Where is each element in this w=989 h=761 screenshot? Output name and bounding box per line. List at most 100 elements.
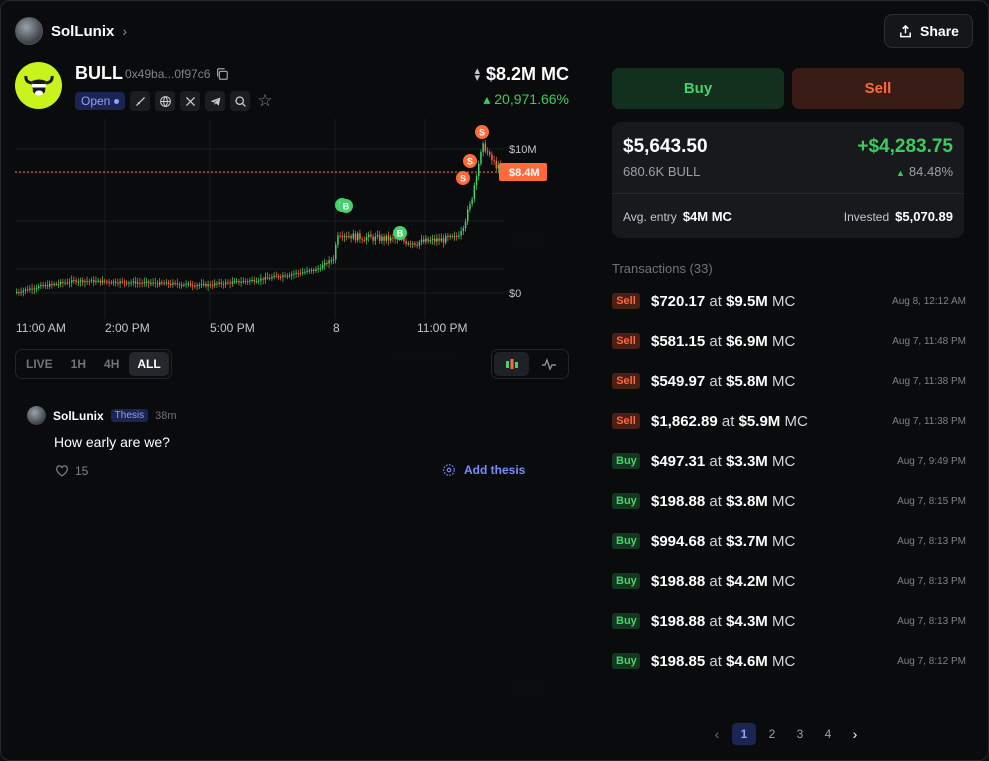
candle [352,233,355,239]
candle [482,143,484,153]
transaction-row[interactable]: Buy $198.88 at $4.2M MC Aug 7, 8:13 PM [612,570,966,592]
position-pnl: +$4,283.75 [857,136,953,157]
candle [181,284,183,286]
x-icon[interactable] [180,91,201,111]
sell-marker-label: S [479,128,485,138]
candle [495,161,498,169]
transaction-row[interactable]: Buy $198.88 at $4.3M MC Aug 7, 8:13 PM [612,610,966,632]
transaction-row[interactable]: Sell $581.15 at $6.9M MC Aug 7, 11:48 PM [612,330,966,352]
pill-icon[interactable] [130,91,151,111]
transaction-amount: $198.88 [651,612,706,630]
candle [183,284,185,286]
transaction-mc: $5.8M [726,372,768,390]
candlestick-toggle[interactable] [494,352,529,376]
candle [486,151,489,153]
transaction-mc: $4.3M [726,612,768,630]
transaction-at: at [709,612,722,630]
candle [405,241,407,244]
chart-svg[interactable]: $8.4M$10M$0BBBSSS [15,119,555,341]
candle [150,282,152,284]
candle [106,281,108,283]
status-dot [114,98,120,104]
candle [381,236,383,241]
candle [260,278,262,281]
sell-button[interactable]: Sell [792,68,964,109]
transaction-type-badge: Sell [612,413,640,429]
copy-icon[interactable] [215,67,229,81]
candle [348,235,350,237]
candle [365,237,368,241]
timeframe-4h[interactable]: 4H [96,352,127,376]
timeframe-1h[interactable]: 1H [63,352,94,376]
transaction-row[interactable]: Buy $497.31 at $3.3M MC Aug 7, 9:49 PM [612,450,966,472]
candle [262,278,264,280]
divider [612,193,964,194]
candle [93,280,95,283]
pnl-percent-text: 84.48% [908,164,953,179]
share-button[interactable]: Share [884,14,973,48]
thesis-user[interactable]: SolLunix [53,409,104,423]
candle [315,269,317,271]
transaction-row[interactable]: Sell $1,862.89 at $5.9M MC Aug 7, 11:38 PM [612,410,966,432]
candle [416,244,418,246]
candle [35,287,38,289]
transaction-time: Aug 7, 9:49 PM [897,455,966,467]
chevron-right-icon[interactable]: › [122,23,127,39]
like-button[interactable]: 15 [55,464,88,478]
candle [438,238,440,241]
transaction-row[interactable]: Sell $720.17 at $9.5M MC Aug 8, 12:12 AM [612,290,966,312]
candle [196,285,198,287]
token-modal: SolLunix › Share BULL 0x49ba...0f97c6 Op… [0,0,989,761]
transaction-row[interactable]: Buy $198.85 at $4.6M MC Aug 7, 8:12 PM [612,650,966,672]
heart-icon [56,465,68,477]
candle [335,244,337,260]
search-icon[interactable] [230,91,251,111]
candle [357,233,359,241]
candle [453,235,456,237]
star-icon[interactable]: ☆ [257,91,272,111]
transaction-at: at [709,292,722,310]
page-1[interactable]: 1 [732,723,756,745]
token-ticker: BULL [75,63,123,83]
telegram-icon[interactable] [205,91,226,111]
candle [82,280,84,283]
page-2[interactable]: 2 [760,723,784,745]
candle [189,283,192,286]
y-axis-bottom-label: $0 [509,288,521,300]
buy-button[interactable]: Buy [612,68,784,109]
globe-icon[interactable] [155,91,176,111]
transaction-row[interactable]: Buy $994.68 at $3.7M MC Aug 7, 8:13 PM [612,530,966,552]
app-name[interactable]: SolLunix [51,23,114,40]
candle [253,279,256,282]
page-3[interactable]: 3 [788,723,812,745]
transaction-time: Aug 8, 12:12 AM [892,295,966,307]
candle [359,233,361,240]
line-chart-icon [541,357,556,371]
candle [493,160,495,162]
price-chart[interactable]: $8.4M$10M$0BBBSSS [15,119,555,341]
candle [418,242,421,246]
page-4[interactable]: 4 [816,723,840,745]
candle [207,284,209,287]
next-page-icon[interactable]: › [844,726,866,742]
transaction-mc: $9.5M [726,292,768,310]
transaction-type-badge: Buy [612,653,640,669]
timeframe-live[interactable]: LIVE [18,352,61,376]
candle [368,234,370,238]
candle [299,272,302,274]
line-chart-toggle[interactable] [531,352,566,376]
transaction-at: at [709,652,722,670]
transaction-row[interactable]: Buy $198.88 at $3.8M MC Aug 7, 8:15 PM [612,490,966,512]
sort-arrows-icon[interactable]: ▴ ▾ [474,65,480,83]
candle [227,282,229,284]
up-arrow-icon: ▲ [895,168,905,178]
candle [372,236,374,241]
transaction-at: at [709,332,722,350]
prev-page-icon[interactable]: ‹ [706,726,728,742]
market-cap: ▴ ▾ $8.2M MC [474,64,569,85]
position-quantity: 680.6K BULL [623,164,701,179]
timeframe-all[interactable]: ALL [129,352,169,376]
transaction-row[interactable]: Sell $549.97 at $5.8M MC Aug 7, 11:38 PM [612,370,966,392]
candle [467,209,469,222]
add-thesis-button[interactable]: Add thesis [442,463,525,477]
